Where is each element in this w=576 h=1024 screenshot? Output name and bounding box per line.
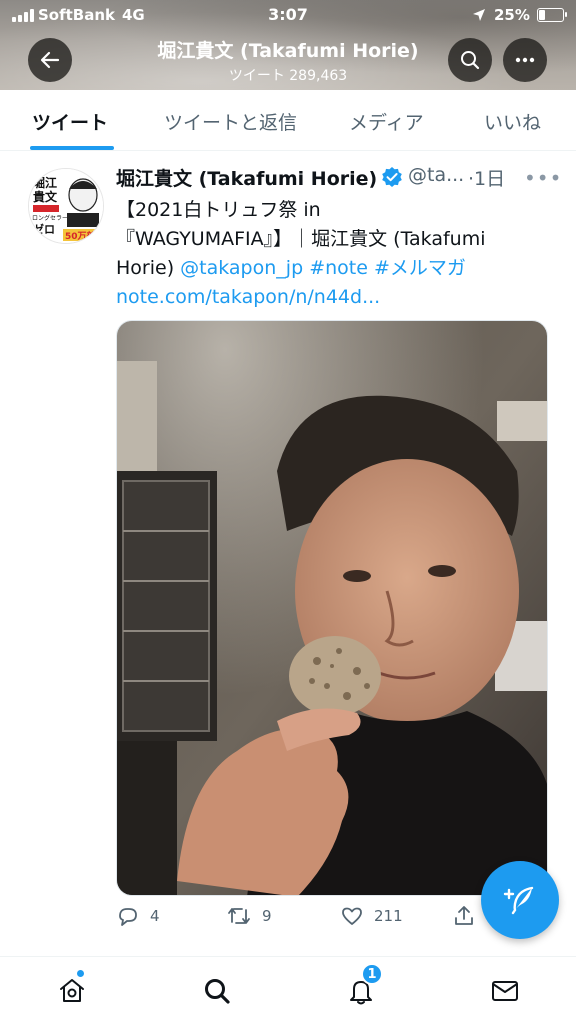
avatar-image: 堀江 貴文 ロングセラー ゼロ 50万部 <box>29 169 103 243</box>
tweet-header: 堀江貴文 (Takafumi Horie) @ta... ·1日 ••• <box>116 164 561 192</box>
more-button[interactable] <box>503 38 547 82</box>
photo-image <box>117 321 547 895</box>
home-new-dot <box>76 969 85 978</box>
tweet-text-line: 『WAGYUMAFIA』】｜堀江貴文 (Takafumi <box>116 228 486 250</box>
search-icon <box>205 979 230 1004</box>
avatar-text-small: ロングセラー <box>32 214 68 222</box>
like-button[interactable]: 211 <box>340 904 403 928</box>
tweet-text: 【2021白トリュフ祭 in 『WAGYUMAFIA』】｜堀江貴文 (Takaf… <box>116 196 556 312</box>
reply-icon <box>119 908 137 926</box>
nav-search[interactable] <box>199 973 235 1009</box>
nav-home[interactable] <box>54 969 90 1009</box>
like-count: 211 <box>374 907 403 925</box>
compose-tweet-button[interactable] <box>481 861 559 939</box>
tweet-photo[interactable] <box>116 320 548 896</box>
search-button[interactable] <box>448 38 492 82</box>
battery-icon <box>537 8 567 22</box>
mention-link[interactable]: @takapon_jp <box>180 257 303 279</box>
reply-count: 4 <box>150 907 160 925</box>
messages-icon <box>492 981 518 1001</box>
tweet-count: ツイート 289,463 <box>228 68 348 84</box>
notification-badge: 1 <box>361 963 383 985</box>
more-horizontal-icon <box>515 57 535 63</box>
retweet-icon <box>228 908 250 924</box>
search-icon <box>461 51 480 70</box>
avatar[interactable]: 堀江 貴文 ロングセラー ゼロ 50万部 <box>28 168 104 244</box>
tweet-text-prefix: Horie) <box>116 257 181 279</box>
tweet-text-line: 【2021白トリュフ祭 in <box>116 199 321 221</box>
share-button[interactable] <box>452 904 476 928</box>
nav-notifications[interactable]: 1 <box>343 963 383 1009</box>
arrow-left-icon <box>40 51 60 69</box>
clock: 3:07 <box>268 5 308 24</box>
battery-fill <box>539 10 545 20</box>
url-link[interactable]: note.com/takapon/n/n44d... <box>116 283 556 312</box>
tab-tweets-and-replies[interactable]: ツイートと返信 <box>164 108 297 135</box>
share-icon <box>455 906 473 925</box>
profile-tabs: ツイート ツイートと返信 メディア いいね <box>0 90 576 151</box>
profile-header: SoftBank 4G 3:07 25% 堀江貴文 (Takafumi Hori… <box>0 0 576 90</box>
avatar-text-count: 50万部 <box>65 230 96 242</box>
tweet[interactable]: 堀江 貴文 ロングセラー ゼロ 50万部 堀江貴文 (Takafumi Hori… <box>0 152 576 952</box>
bottom-navigation: 1 <box>0 956 576 1024</box>
tab-tweets[interactable]: ツイート <box>32 108 108 135</box>
tab-media[interactable]: メディア <box>349 108 424 135</box>
battery-percent: 25% <box>494 6 530 24</box>
tweet-more-icon[interactable]: ••• <box>524 166 562 190</box>
hashtag-link[interactable]: #メルマガ <box>374 257 466 279</box>
status-bar: SoftBank 4G 3:07 25% <box>0 0 576 30</box>
tab-likes[interactable]: いいね <box>484 108 541 135</box>
retweet-count: 9 <box>262 907 272 925</box>
verified-badge-icon <box>382 167 402 187</box>
retweet-button[interactable]: 9 <box>226 904 272 928</box>
author-name[interactable]: 堀江貴文 (Takafumi Horie) <box>116 164 377 191</box>
reply-button[interactable]: 4 <box>116 904 160 928</box>
nav-messages[interactable] <box>487 973 523 1009</box>
compose-feather-icon <box>503 886 534 915</box>
avatar-text-line1: 堀江 <box>33 175 57 190</box>
tweet-text-line: Horie) @takapon_jp #note #メルマガ <box>116 254 556 283</box>
back-button[interactable] <box>28 38 72 82</box>
hashtag-link[interactable]: #note <box>309 257 368 279</box>
location-arrow-icon <box>473 9 485 21</box>
active-tab-indicator <box>30 146 114 150</box>
heart-icon <box>342 907 362 925</box>
header-title: 堀江貴文 (Takafumi Horie) ツイート 289,463 <box>120 36 456 85</box>
home-icon <box>60 979 84 1002</box>
avatar-text-line2: 貴文 <box>33 189 58 204</box>
tweet-time: ·1日 <box>468 168 506 190</box>
author-handle[interactable]: @ta... <box>408 164 464 186</box>
profile-name: 堀江貴文 (Takafumi Horie) <box>157 40 419 62</box>
avatar-text-zero: ゼロ <box>33 222 55 236</box>
